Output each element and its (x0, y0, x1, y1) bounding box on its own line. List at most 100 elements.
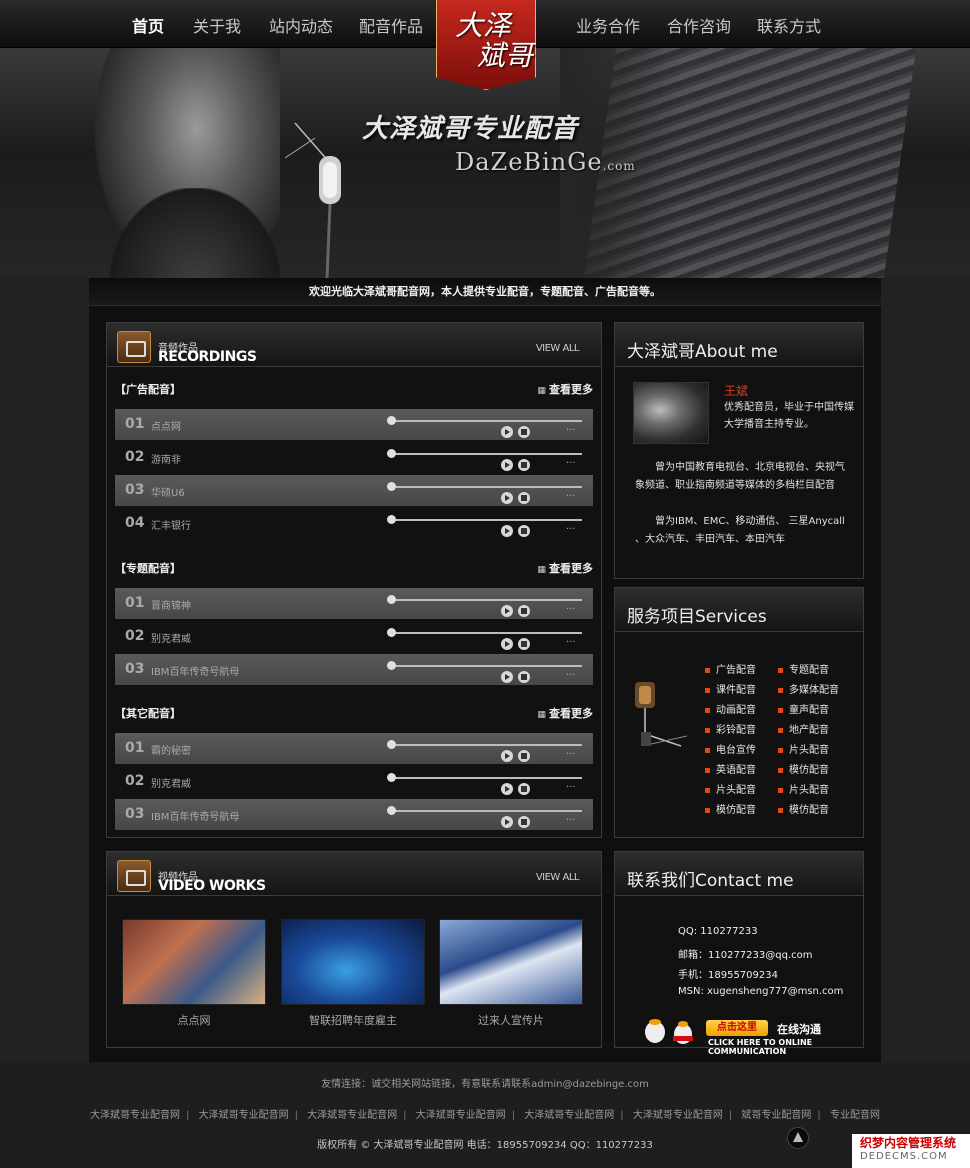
track-name[interactable]: 别克君威 (151, 775, 191, 790)
track-name[interactable]: 别克君威 (151, 630, 191, 645)
category-more-link[interactable]: 查看更多 (537, 381, 593, 397)
stop-icon[interactable] (518, 783, 530, 795)
footer-link[interactable]: 大泽斌哥专业配音网 (90, 1110, 180, 1121)
service-item[interactable]: 童声配音 (778, 701, 829, 716)
stop-icon[interactable] (518, 492, 530, 504)
progress-knob[interactable] (387, 482, 396, 491)
nav-consult[interactable]: 合作咨询 (667, 13, 731, 37)
footer-link[interactable]: 斌哥专业配音网 (741, 1110, 811, 1121)
play-icon[interactable] (501, 492, 513, 504)
service-item[interactable]: 地产配音 (778, 721, 829, 736)
footer-link[interactable]: 专业配音网 (830, 1110, 880, 1121)
play-icon[interactable] (501, 426, 513, 438)
service-item[interactable]: 专题配音 (778, 661, 829, 676)
footer-link[interactable]: 大泽斌哥专业配音网 (416, 1110, 506, 1121)
progress-knob[interactable] (387, 595, 396, 604)
site-logo[interactable]: 大泽 斌哥 (436, 0, 536, 90)
progress-knob[interactable] (387, 806, 396, 815)
category-more-link[interactable]: 查看更多 (537, 560, 593, 576)
progress-knob[interactable] (387, 449, 396, 458)
service-item[interactable]: 电台宣传 (705, 741, 756, 756)
footer-link[interactable]: 大泽斌哥专业配音网 (199, 1110, 289, 1121)
nav-home[interactable]: 首页 (132, 13, 164, 37)
service-item[interactable]: 英语配音 (705, 761, 756, 776)
stop-icon[interactable] (518, 426, 530, 438)
track-more-dots[interactable]: ... (566, 779, 576, 790)
stop-icon[interactable] (518, 525, 530, 537)
qq-chat-button[interactable]: 点击这里 (706, 1020, 768, 1036)
play-icon[interactable] (501, 638, 513, 650)
track-name[interactable]: 点点网 (151, 418, 181, 433)
progress-knob[interactable] (387, 628, 396, 637)
video-view-all-link[interactable]: VIEW ALL (536, 872, 580, 883)
nav-business[interactable]: 业务合作 (576, 13, 640, 37)
back-to-top-icon[interactable] (787, 1127, 809, 1149)
play-icon[interactable] (501, 459, 513, 471)
nav-contact[interactable]: 联系方式 (757, 13, 821, 37)
service-item[interactable]: 模仿配音 (705, 801, 756, 816)
service-item[interactable]: 片头配音 (778, 741, 829, 756)
footer-link[interactable]: 大泽斌哥专业配音网 (524, 1110, 614, 1121)
stop-icon[interactable] (518, 638, 530, 650)
track-name[interactable]: 晋商锦神 (151, 597, 191, 612)
track-name[interactable]: 华硕U6 (151, 484, 185, 499)
video-thumbnail-diandian[interactable] (122, 919, 266, 1005)
play-icon[interactable] (501, 605, 513, 617)
contact-email[interactable]: 邮箱：110277233@qq.com (678, 946, 813, 961)
nav-news[interactable]: 站内动态 (269, 13, 333, 37)
track-name[interactable]: 汇丰银行 (151, 517, 191, 532)
progress-knob[interactable] (387, 773, 396, 782)
track-more-dots[interactable]: ... (566, 422, 576, 433)
track-more-dots[interactable]: ... (566, 667, 576, 678)
track-name[interactable]: IBM百年传奇号航母 (151, 663, 239, 678)
service-item[interactable]: 彩铃配音 (705, 721, 756, 736)
track-more-dots[interactable]: ... (566, 488, 576, 499)
stop-icon[interactable] (518, 750, 530, 762)
stop-icon[interactable] (518, 816, 530, 828)
progress-knob[interactable] (387, 515, 396, 524)
video-thumbnail-zhaopin[interactable] (281, 919, 425, 1005)
track-more-dots[interactable]: ... (566, 812, 576, 823)
service-item[interactable]: 模仿配音 (778, 761, 829, 776)
category-more-link[interactable]: 查看更多 (537, 705, 593, 721)
track-more-dots[interactable]: ... (566, 521, 576, 532)
play-icon[interactable] (501, 525, 513, 537)
service-item[interactable]: 片头配音 (705, 781, 756, 796)
track-more-dots[interactable]: ... (566, 601, 576, 612)
track-number: 01 (125, 740, 145, 756)
track-more-dots[interactable]: ... (566, 634, 576, 645)
video-caption[interactable]: 智联招聘年度雇主 (281, 1012, 425, 1028)
nav-works[interactable]: 配音作品 (359, 13, 423, 37)
play-icon[interactable] (501, 750, 513, 762)
footer-link[interactable]: 大泽斌哥专业配音网 (633, 1110, 723, 1121)
progress-knob[interactable] (387, 416, 396, 425)
play-icon[interactable] (501, 816, 513, 828)
progress-knob[interactable] (387, 740, 396, 749)
service-item[interactable]: 广告配音 (705, 661, 756, 676)
stop-icon[interactable] (518, 605, 530, 617)
play-icon[interactable] (501, 671, 513, 683)
track-name[interactable]: IBM百年传奇号航母 (151, 808, 239, 823)
qq-online-label[interactable]: 在线沟通 (777, 1021, 821, 1037)
track-more-dots[interactable]: ... (566, 455, 576, 466)
track-name[interactable]: 霸的秘密 (151, 742, 191, 757)
stop-icon[interactable] (518, 459, 530, 471)
service-item[interactable]: 多媒体配音 (778, 681, 839, 696)
recordings-view-all-link[interactable]: VIEW ALL (536, 343, 580, 354)
video-thumbnail-guolairen[interactable] (439, 919, 583, 1005)
footer-link[interactable]: 大泽斌哥专业配音网 (307, 1110, 397, 1121)
service-item[interactable]: 片头配音 (778, 781, 829, 796)
category-title: 【广告配音】 (115, 383, 181, 396)
qq-online-en-label[interactable]: CLICK HERE TO ONLINE COMMUNICATION (708, 1038, 863, 1056)
service-item[interactable]: 动画配音 (705, 701, 756, 716)
progress-knob[interactable] (387, 661, 396, 670)
service-item[interactable]: 课件配音 (705, 681, 756, 696)
service-item[interactable]: 模仿配音 (778, 801, 829, 816)
video-caption[interactable]: 过来人宣传片 (439, 1012, 583, 1028)
stop-icon[interactable] (518, 671, 530, 683)
nav-about[interactable]: 关于我 (193, 13, 241, 37)
track-name[interactable]: 游南非 (151, 451, 181, 466)
video-caption[interactable]: 点点网 (122, 1012, 266, 1028)
play-icon[interactable] (501, 783, 513, 795)
track-more-dots[interactable]: ... (566, 746, 576, 757)
